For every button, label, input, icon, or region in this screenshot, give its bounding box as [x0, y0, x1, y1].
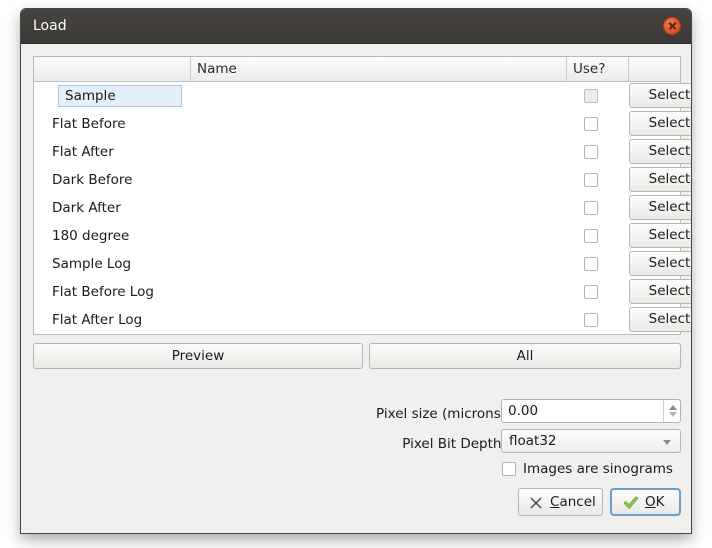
load-dialog-window: Load Name Use? Sample Select Flat Before Se…: [20, 8, 692, 534]
ok-button[interactable]: OK: [610, 488, 681, 516]
row-slot-label[interactable]: Flat After: [46, 141, 120, 163]
row-select-button[interactable]: Select: [629, 167, 691, 192]
row-use-checkbox[interactable]: [584, 173, 598, 187]
row-select-button[interactable]: Select: [629, 223, 691, 248]
pixel-size-stepper[interactable]: 0.00: [501, 399, 681, 423]
table-header-action[interactable]: [629, 57, 680, 81]
row-use-checkbox[interactable]: [584, 313, 598, 327]
row-select-button[interactable]: Select: [629, 139, 691, 164]
table-body: Sample Select Flat Before Select Flat After S…: [34, 82, 691, 334]
row-use-checkbox[interactable]: [584, 201, 598, 215]
window-title: Load: [33, 18, 67, 34]
table-header-name[interactable]: Name: [191, 57, 567, 81]
ok-rest: K: [655, 494, 665, 510]
window-titlebar[interactable]: Load: [21, 9, 691, 44]
table-row[interactable]: Dark After Select: [34, 194, 691, 222]
table-row[interactable]: Dark Before Select: [34, 166, 691, 194]
row-use-checkbox[interactable]: [584, 257, 598, 271]
row-slot-label[interactable]: Sample Log: [46, 253, 137, 275]
row-slot-label[interactable]: Flat Before Log: [46, 281, 160, 303]
row-select-button[interactable]: Select: [629, 279, 691, 304]
cancel-rest: ancel: [559, 494, 596, 510]
bit-depth-select[interactable]: float32: [501, 429, 681, 453]
chevron-down-icon[interactable]: [663, 440, 671, 445]
row-use-checkbox[interactable]: [584, 285, 598, 299]
table-row[interactable]: Flat After Log Select: [34, 306, 691, 334]
row-slot-label[interactable]: Sample: [58, 85, 182, 107]
sinogram-checkbox[interactable]: [502, 462, 516, 476]
all-button[interactable]: All: [369, 343, 681, 369]
row-select-button[interactable]: Select: [629, 83, 691, 108]
row-use-checkbox[interactable]: [584, 117, 598, 131]
check-mark-icon: [623, 496, 639, 510]
x-mark-icon: [530, 497, 542, 509]
desktop-background: Load Name Use? Sample Select Flat Before Se…: [0, 0, 712, 548]
table-header-use[interactable]: Use?: [567, 57, 629, 81]
table-row[interactable]: 180 degree Select: [34, 222, 691, 250]
chevron-up-icon[interactable]: [668, 405, 677, 410]
row-use-checkbox[interactable]: [584, 89, 598, 103]
sinogram-label: Images are sinograms: [523, 461, 673, 477]
row-use-checkbox[interactable]: [584, 229, 598, 243]
file-slots-table: Name Use? Sample Select Flat Before Select F…: [33, 56, 691, 335]
row-use-checkbox[interactable]: [584, 145, 598, 159]
table-header-slot[interactable]: [34, 57, 191, 81]
close-icon[interactable]: [663, 17, 681, 35]
pixel-size-value: 0.00: [508, 403, 539, 419]
bit-depth-label: Pixel Bit Depth:: [402, 436, 506, 452]
row-select-button[interactable]: Select: [629, 307, 691, 332]
table-row[interactable]: Flat Before Select: [34, 110, 691, 138]
bit-depth-value: float32: [509, 433, 557, 449]
row-slot-label[interactable]: 180 degree: [46, 225, 135, 247]
row-slot-label[interactable]: Flat After Log: [46, 309, 148, 331]
cancel-button-label: Cancel: [550, 489, 596, 515]
pixel-size-label: Pixel size (microns): [376, 406, 506, 422]
table-header-row: Name Use?: [34, 57, 680, 82]
ok-mnemonic: O: [645, 494, 656, 510]
table-row[interactable]: Sample Select: [34, 82, 691, 110]
cancel-button[interactable]: Cancel: [518, 488, 603, 516]
row-select-button[interactable]: Select: [629, 251, 691, 276]
row-slot-label[interactable]: Flat Before: [46, 113, 132, 135]
ok-button-label: OK: [645, 490, 665, 514]
row-slot-label[interactable]: Dark Before: [46, 169, 138, 191]
table-row[interactable]: Flat After Select: [34, 138, 691, 166]
dialog-client-area: Name Use? Sample Select Flat Before Select F…: [21, 44, 691, 533]
chevron-down-icon[interactable]: [668, 412, 677, 417]
row-slot-label[interactable]: Dark After: [46, 197, 127, 219]
pixel-size-spin-arrows[interactable]: [663, 400, 680, 422]
table-row[interactable]: Sample Log Select: [34, 250, 691, 278]
row-select-button[interactable]: Select: [629, 195, 691, 220]
table-row[interactable]: Flat Before Log Select: [34, 278, 691, 306]
preview-button[interactable]: Preview: [33, 343, 363, 369]
row-select-button[interactable]: Select: [629, 111, 691, 136]
